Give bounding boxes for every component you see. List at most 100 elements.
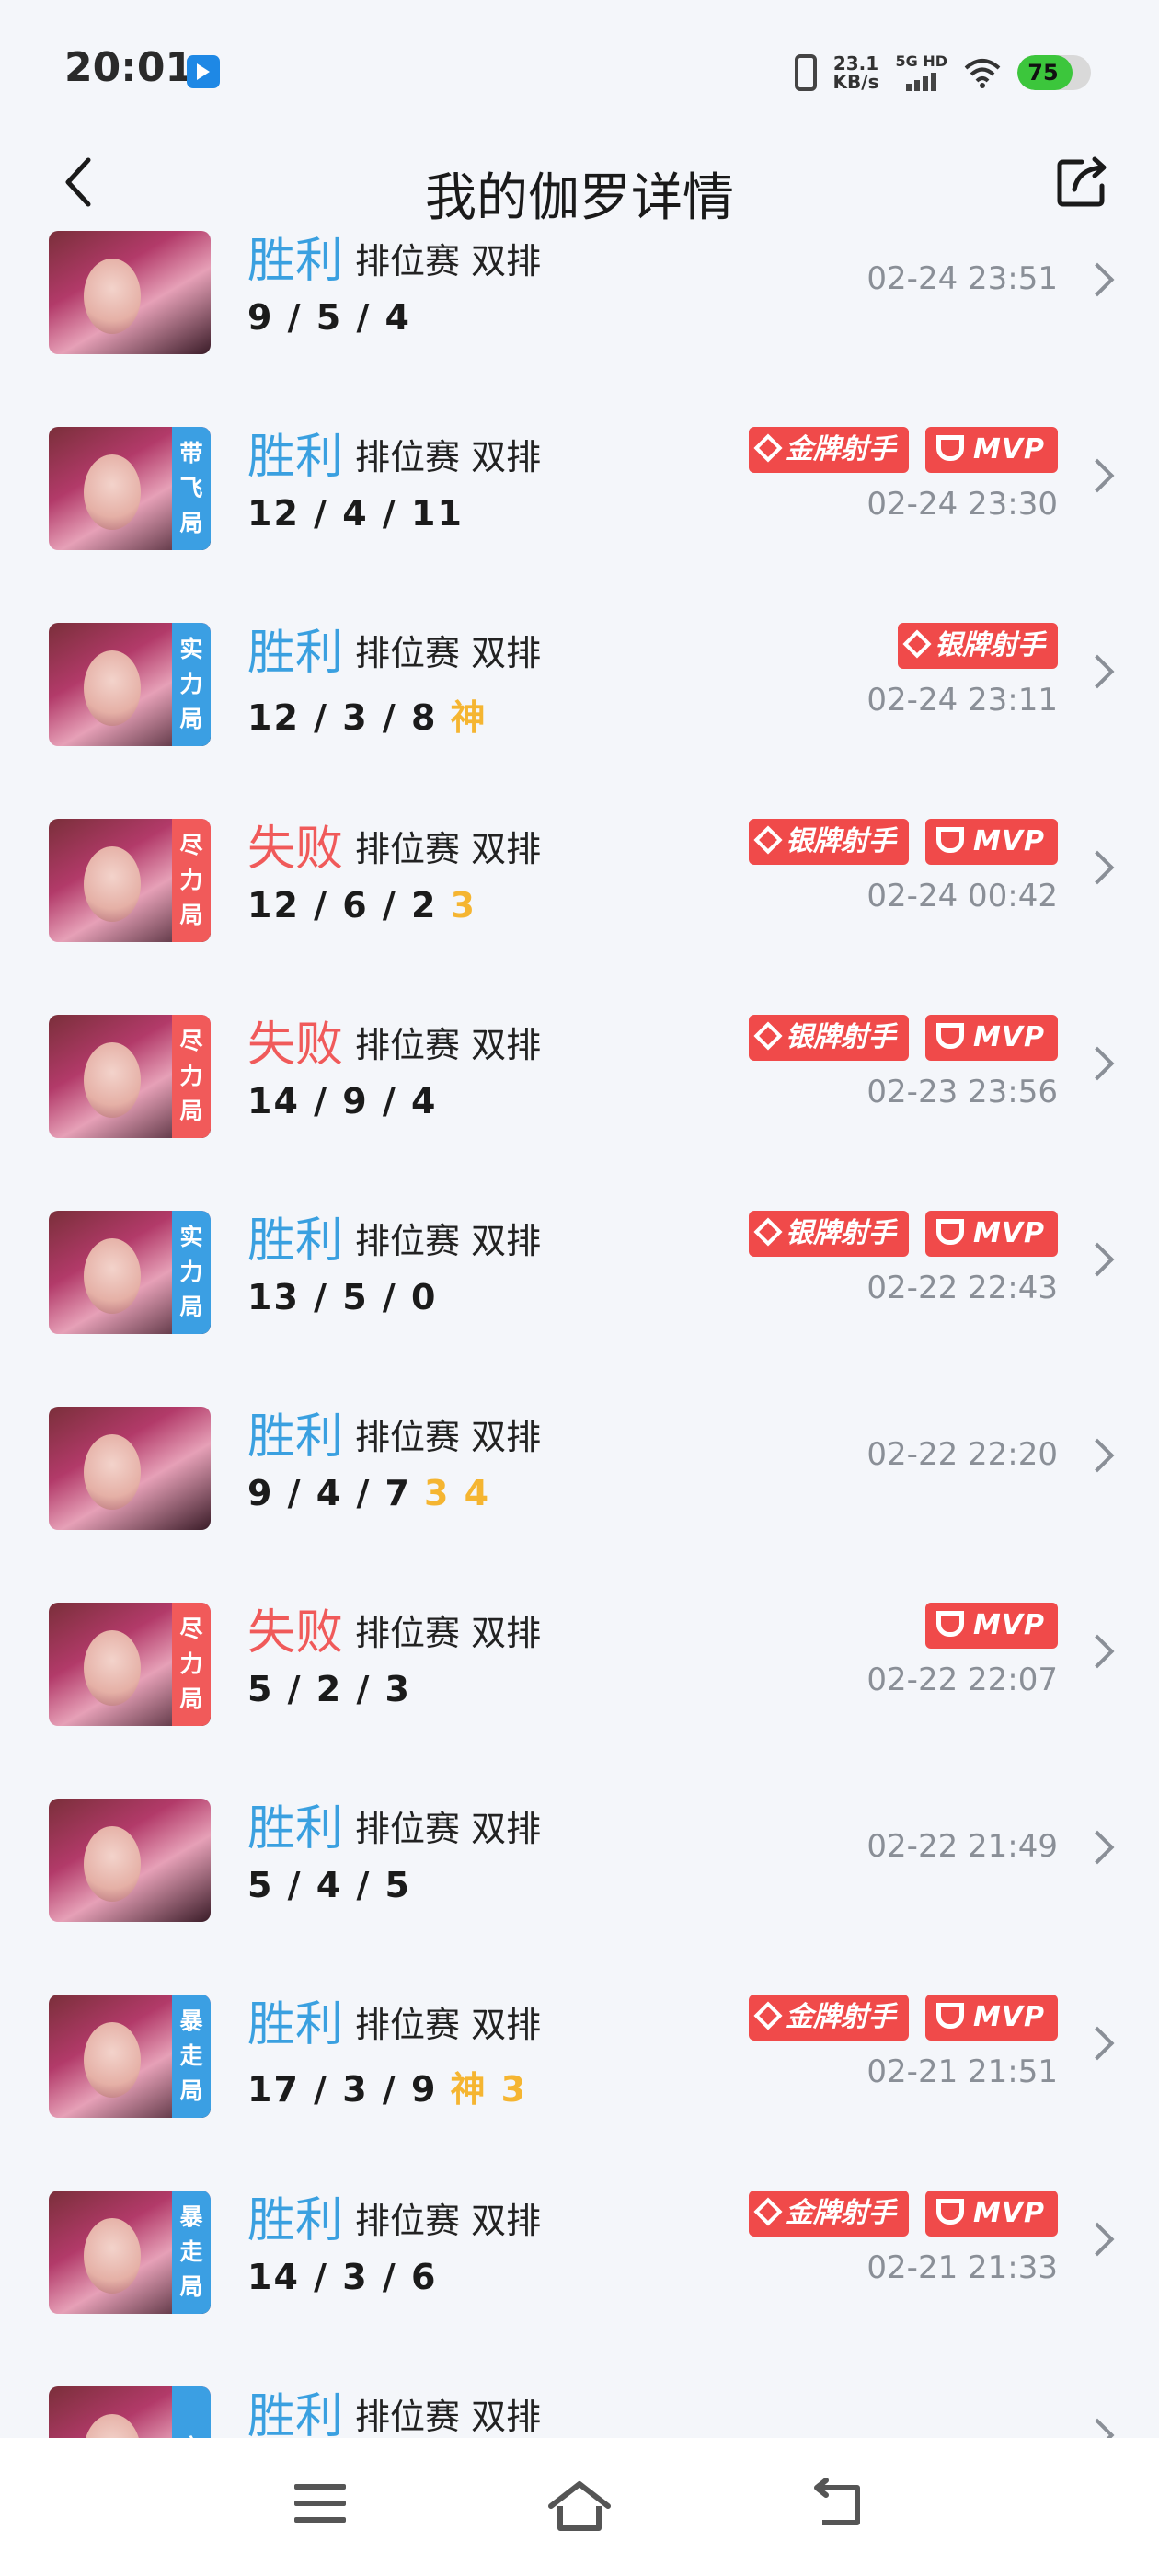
vibrate-icon (794, 54, 817, 91)
match-row[interactable]: 胜利 排位赛 双排 9 / 5 / 4 02-24 23:51 (0, 230, 1159, 410)
match-tag-char: 实 (179, 2431, 202, 2438)
match-row[interactable]: 暴走局胜利 排位赛 双排 17 / 3 / 9神 3 金牌射手 MVP 02-21 21:… (0, 1978, 1159, 2174)
match-kda-value: 5 / 2 / 3 (247, 1669, 411, 1709)
match-result: 胜利 (247, 1213, 344, 1269)
match-mode: 排位赛 双排 (355, 2201, 542, 2241)
match-badges: 银牌射手 MVP (748, 819, 1058, 865)
medal-badge: 银牌射手 (898, 623, 1058, 669)
match-kda: 14 / 3 / 6 (247, 2257, 437, 2297)
chevron-right-icon[interactable] (1080, 1046, 1115, 1081)
match-time: 02-22 22:07 (866, 1662, 1058, 1698)
home-icon[interactable] (545, 2478, 614, 2534)
match-badges: 银牌射手 MVP (748, 1211, 1058, 1257)
mvp-badge: MVP (924, 819, 1058, 865)
menu-icon[interactable] (294, 2484, 346, 2526)
match-tag-char: 力 (179, 1063, 203, 1089)
match-mode: 排位赛 双排 (355, 2005, 542, 2045)
match-kda: 5 / 2 / 3 (247, 1669, 411, 1709)
chevron-right-icon[interactable] (1080, 1830, 1115, 1865)
match-tag-char: 力 (179, 867, 203, 893)
match-row[interactable]: 胜利 排位赛 双排 9 / 4 / 7 3 4 02-22 22:20 (0, 1390, 1159, 1586)
hero-avatar: 实 (49, 2386, 211, 2438)
medal-badge: 银牌射手 (748, 1015, 909, 1061)
match-result: 胜利 (247, 1409, 344, 1465)
hero-face (84, 1042, 141, 1118)
match-tag-char: 飞 (179, 475, 203, 501)
match-row[interactable]: 胜利 排位赛 双排 5 / 4 / 5 02-22 21:49 (0, 1782, 1159, 1978)
match-result: 胜利 (247, 2389, 344, 2438)
chevron-right-icon[interactable] (1080, 1438, 1115, 1473)
match-list: 胜利 排位赛 双排 9 / 5 / 4 02-24 23:51 带飞局胜利 排位赛 双排 1… (0, 230, 1159, 2438)
match-mode: 排位赛 双排 (355, 437, 542, 477)
match-badges: 银牌射手 MVP (748, 1015, 1058, 1061)
match-row[interactable]: 暴走局胜利 排位赛 双排 14 / 3 / 6 金牌射手 MVP 02-21 21:33 (0, 2174, 1159, 2370)
mvp-badge: MVP (924, 1211, 1058, 1257)
share-icon[interactable] (1054, 155, 1113, 210)
match-row[interactable]: 尽力局失败 排位赛 双排 5 / 2 / 3 MVP 02-22 22:07 (0, 1586, 1159, 1782)
chevron-right-icon[interactable] (1080, 2418, 1115, 2438)
match-time: 02-21 21:33 (866, 2249, 1058, 2286)
match-row[interactable]: 实力局胜利 排位赛 双排 12 / 3 / 8 神银牌射手 02-24 23:11 (0, 606, 1159, 802)
match-time: 02-24 23:11 (866, 682, 1058, 719)
network-speed: 23.1 KB/s (833, 54, 879, 91)
match-mode: 排位赛 双排 (355, 1221, 542, 1261)
network-speed-unit: KB/s (832, 71, 879, 93)
match-mode: 排位赛 双排 (355, 1025, 542, 1065)
match-tag-char: 暴 (179, 2007, 203, 2034)
hero-avatar: 尽力局 (49, 1603, 211, 1726)
network-speed-value: 23.1 (832, 52, 879, 75)
chevron-right-icon[interactable] (1080, 262, 1115, 297)
medal-badge: 银牌射手 (748, 819, 909, 865)
match-badges: 金牌射手 MVP (748, 1995, 1058, 2041)
match-kda-value: 13 / 5 / 0 (247, 1277, 438, 1317)
hero-face (84, 1826, 141, 1902)
match-tag: 实 (172, 2386, 211, 2438)
battery-icon: 75 (1017, 55, 1091, 90)
back-icon[interactable] (809, 2478, 865, 2530)
chevron-right-icon[interactable] (1080, 1242, 1115, 1277)
match-tag-char: 局 (179, 1685, 203, 1712)
chevron-right-icon[interactable] (1080, 654, 1115, 689)
medal-badge: 金牌射手 (748, 1995, 909, 2041)
chevron-right-icon[interactable] (1080, 458, 1115, 493)
chevron-right-icon[interactable] (1080, 2222, 1115, 2257)
hero-avatar (49, 1407, 211, 1530)
match-tag-char: 实 (179, 1224, 203, 1250)
match-row[interactable]: 尽力局失败 排位赛 双排 12 / 6 / 2 3 银牌射手 MVP 02-24 00:42 (0, 802, 1159, 998)
match-kda-value: 12 / 3 / 8 (247, 697, 438, 738)
chevron-right-icon[interactable] (1080, 2026, 1115, 2061)
match-tag-char: 尽 (179, 832, 203, 858)
match-result: 胜利 (247, 234, 344, 289)
match-time: 02-24 00:42 (866, 878, 1058, 914)
match-row[interactable]: 带飞局胜利 排位赛 双排 12 / 4 / 11 金牌射手 MVP 02-24 23:30 (0, 410, 1159, 606)
match-mode: 排位赛 双排 (355, 1613, 542, 1653)
match-tag-char: 局 (179, 510, 203, 536)
signal-label: 5G HD (895, 52, 947, 70)
match-row[interactable]: 尽力局失败 排位赛 双排 14 / 9 / 4 银牌射手 MVP 02-23 23:56 (0, 998, 1159, 1194)
match-kda-value: 14 / 9 / 4 (247, 1081, 438, 1121)
match-time: 02-24 23:51 (866, 260, 1058, 297)
match-time: 02-22 21:49 (866, 1828, 1058, 1865)
status-bar: 20:01 23.1 KB/s 5G HD 75 (0, 0, 1159, 138)
hero-avatar: 实力局 (49, 1211, 211, 1334)
chevron-right-icon[interactable] (1080, 1634, 1115, 1669)
chevron-right-icon[interactable] (1080, 850, 1115, 885)
match-mode: 排位赛 双排 (355, 1809, 542, 1849)
system-nav-bar (0, 2438, 1159, 2576)
match-kda: 14 / 9 / 4 (247, 1081, 437, 1121)
app-notification-icon (187, 55, 220, 88)
wifi-icon (964, 59, 1001, 88)
match-row[interactable]: 实力局胜利 排位赛 双排 13 / 5 / 0 银牌射手 MVP 02-22 22:43 (0, 1194, 1159, 1390)
hero-avatar: 实力局 (49, 623, 211, 746)
status-time: 20:01 (64, 44, 194, 91)
match-kda-value: 5 / 4 / 5 (247, 1865, 411, 1905)
match-tag-char: 暴 (179, 2203, 203, 2230)
page-title: 我的伽罗详情 (425, 168, 734, 228)
medal-badge: 金牌射手 (748, 2191, 909, 2237)
match-tag: 尽力局 (172, 819, 211, 942)
match-row[interactable]: 实 胜利排位赛 双排 (0, 2370, 1159, 2438)
match-kda: 5 / 4 / 5 (247, 1865, 411, 1905)
match-time: 02-22 22:20 (866, 1436, 1058, 1473)
match-tag: 实力局 (172, 623, 211, 746)
match-extra-label: 神 3 (450, 2069, 528, 2110)
